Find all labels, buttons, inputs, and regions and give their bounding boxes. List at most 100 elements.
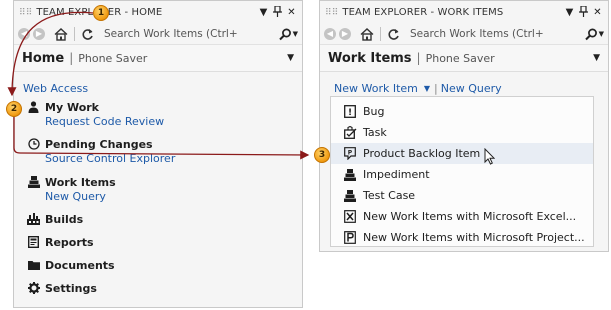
menu-item-label: New Work Items with Microsoft Excel... — [363, 210, 577, 223]
callout-1: 1 — [93, 5, 109, 21]
project-icon — [343, 231, 357, 245]
callout-3: 3 — [314, 147, 330, 163]
forward-icon[interactable]: ▶ — [339, 28, 351, 40]
reports-link[interactable]: Reports — [45, 236, 94, 249]
backlog-item-icon: P — [343, 147, 357, 161]
section-documents: Documents — [27, 258, 115, 272]
menu-item-label: Impediment — [363, 168, 430, 181]
section-settings: Settings — [27, 281, 97, 295]
project-name: Phone Saver — [425, 51, 495, 65]
project-name: Phone Saver — [78, 51, 148, 65]
person-icon — [27, 101, 40, 114]
request-code-review-link[interactable]: Request Code Review — [45, 115, 164, 128]
my-work-link[interactable]: My Work — [45, 101, 99, 114]
window-position-dropdown-icon[interactable]: ▼ — [257, 7, 270, 18]
impediment-icon — [343, 168, 357, 182]
page-dropdown-icon[interactable]: ▼ — [593, 53, 600, 63]
search-input[interactable] — [408, 26, 583, 42]
panel-title: TEAM EXPLORER - HOME — [36, 7, 163, 18]
page-dropdown-icon[interactable]: ▼ — [287, 53, 294, 63]
page-header: Home | Phone Saver ▼ — [14, 44, 302, 72]
pending-changes-link[interactable]: Pending Changes — [45, 138, 153, 151]
svg-text:P: P — [348, 150, 353, 157]
menu-item-excel[interactable]: New Work Items with Microsoft Excel... — [331, 206, 593, 227]
web-access-link[interactable]: Web Access — [23, 82, 88, 95]
page-title: Home — [22, 50, 65, 66]
window-position-dropdown-icon[interactable]: ▼ — [563, 7, 576, 18]
search-dropdown-icon[interactable]: ▼ — [293, 30, 298, 38]
search-box[interactable]: ▼ — [408, 26, 604, 43]
new-work-item-dropdown-icon[interactable]: ▼ — [424, 84, 430, 93]
section-builds: Builds — [27, 212, 83, 226]
search-input[interactable] — [102, 26, 277, 42]
menu-item-bug[interactable]: ! Bug — [331, 101, 593, 122]
close-icon[interactable]: ✕ — [591, 7, 604, 18]
toolbar-separator — [74, 27, 75, 41]
search-box[interactable]: ▼ — [102, 26, 298, 43]
page-header: Work Items | Phone Saver ▼ — [320, 44, 608, 72]
toolbar-separator — [380, 27, 381, 41]
test-case-icon — [343, 189, 357, 203]
menu-item-impediment[interactable]: Impediment — [331, 164, 593, 185]
gear-icon — [27, 282, 40, 295]
work-items-actions: New Work Item ▼ | New Query — [334, 82, 502, 95]
section-pending-changes: Pending Changes Source Control Explorer — [27, 137, 175, 165]
search-icon[interactable]: ▼ — [278, 28, 298, 41]
bug-icon: ! — [343, 105, 357, 119]
pin-icon[interactable] — [577, 4, 590, 20]
panel-toolbar: ◀ ▶ ▼ — [14, 24, 302, 44]
svg-text:!: ! — [348, 108, 352, 118]
settings-link[interactable]: Settings — [45, 282, 97, 295]
documents-link[interactable]: Documents — [45, 259, 115, 272]
page-title: Work Items — [328, 50, 412, 66]
search-icon[interactable]: ▼ — [584, 28, 604, 41]
section-my-work: My Work Request Code Review — [27, 100, 164, 128]
mouse-cursor-icon — [484, 148, 496, 165]
panel-titlebar[interactable]: ⠿⠿ TEAM EXPLORER - WORK ITEMS ▼ ✕ — [320, 1, 608, 24]
folder-icon — [27, 259, 40, 272]
menu-item-label: Test Case — [363, 189, 416, 202]
menu-item-task[interactable]: Task — [331, 122, 593, 143]
header-separator: | — [69, 51, 74, 65]
pin-icon[interactable] — [271, 4, 284, 20]
close-icon[interactable]: ✕ — [285, 7, 298, 18]
panel-titlebar[interactable]: ⠿⠿ TEAM EXPLORER - HOME ▼ ✕ — [14, 1, 302, 24]
task-icon — [343, 126, 357, 140]
new-work-item-link[interactable]: New Work Item — [334, 82, 418, 95]
menu-item-project[interactable]: New Work Items with Microsoft Project... — [331, 227, 593, 248]
forward-icon[interactable]: ▶ — [33, 28, 45, 40]
work-items-link[interactable]: Work Items — [45, 176, 116, 189]
menu-item-label: Bug — [363, 105, 385, 118]
new-query-link[interactable]: New Query — [441, 82, 502, 95]
refresh-icon[interactable] — [81, 28, 94, 41]
menu-item-product-backlog-item[interactable]: P Product Backlog Item — [331, 143, 593, 165]
clock-icon — [27, 138, 40, 151]
builds-icon — [27, 213, 40, 226]
home-icon[interactable] — [360, 27, 374, 41]
callout-2: 2 — [6, 101, 22, 117]
menu-item-test-case[interactable]: Test Case — [331, 185, 593, 206]
back-icon[interactable]: ◀ — [324, 28, 336, 40]
panel-toolbar: ◀ ▶ ▼ — [320, 24, 608, 44]
section-work-items: Work Items New Query — [27, 175, 116, 203]
menu-item-label: Task — [363, 126, 387, 139]
home-icon[interactable] — [54, 27, 68, 41]
refresh-icon[interactable] — [387, 28, 400, 41]
panel-title: TEAM EXPLORER - WORK ITEMS — [342, 7, 504, 18]
back-icon[interactable]: ◀ — [18, 28, 30, 40]
menu-item-label: Product Backlog Item — [363, 147, 481, 160]
new-work-item-menu: ! Bug Task P Product Backlog Item Impedi… — [330, 96, 594, 247]
section-reports: Reports — [27, 235, 94, 249]
menu-item-label: New Work Items with Microsoft Project... — [363, 231, 585, 244]
work-items-icon — [27, 176, 40, 189]
search-dropdown-icon[interactable]: ▼ — [599, 30, 604, 38]
grip-icon[interactable]: ⠿⠿ — [325, 8, 338, 18]
builds-link[interactable]: Builds — [45, 213, 83, 226]
source-control-explorer-link[interactable]: Source Control Explorer — [45, 152, 175, 165]
reports-icon — [27, 236, 40, 249]
grip-icon[interactable]: ⠿⠿ — [19, 8, 32, 18]
new-query-link-home[interactable]: New Query — [45, 190, 116, 203]
excel-icon — [343, 210, 357, 224]
link-separator: | — [434, 82, 438, 95]
header-separator: | — [416, 51, 421, 65]
